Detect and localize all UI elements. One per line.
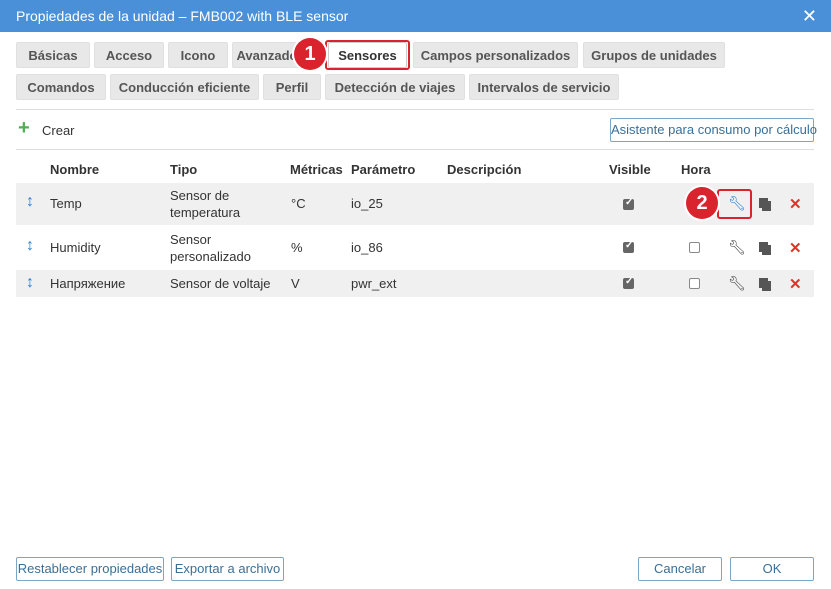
tab-deteccion-de-viajes[interactable]: Detección de viajes	[325, 74, 465, 100]
sensor-parameter: pwr_ext	[351, 276, 397, 291]
plus-icon: +	[18, 117, 30, 139]
copy-icon[interactable]	[759, 242, 771, 255]
divider	[16, 149, 814, 150]
table-row[interactable]: ↕ Humidity Sensor personalizado % io_86 …	[16, 227, 814, 269]
sensor-parameter: io_25	[351, 196, 383, 211]
column-header-parameter: Parámetro	[351, 162, 416, 177]
ok-button[interactable]: OK	[730, 557, 814, 581]
visible-checkbox[interactable]	[623, 276, 634, 289]
drag-handle-icon[interactable]: ↕	[26, 193, 34, 211]
tab-icono[interactable]: Icono	[168, 42, 228, 68]
tab-comandos[interactable]: Comandos	[16, 74, 106, 100]
drag-handle-icon[interactable]: ↕	[26, 237, 34, 255]
visible-checkbox[interactable]	[623, 197, 634, 210]
column-header-name: Nombre	[50, 162, 100, 177]
hour-checkbox[interactable]	[689, 242, 700, 253]
delete-icon[interactable]: ✕	[789, 275, 802, 293]
export-to-file-button[interactable]: Exportar a archivo	[171, 557, 284, 581]
dialog-titlebar: Propiedades de la unidad – FMB002 with B…	[0, 0, 831, 32]
cancel-button[interactable]: Cancelar	[638, 557, 722, 581]
tab-avanzado[interactable]: Avanzado	[232, 42, 302, 68]
reset-properties-button[interactable]: Restablecer propiedades	[16, 557, 164, 581]
close-icon[interactable]: ✕	[802, 6, 817, 26]
column-header-visible: Visible	[609, 162, 651, 177]
tab-basicas[interactable]: Básicas	[16, 42, 90, 68]
wrench-icon[interactable]: 🔧︎	[728, 275, 746, 292]
sensor-metrics: %	[291, 240, 303, 255]
visible-checkbox[interactable]	[623, 240, 634, 253]
tab-grupos-de-unidades[interactable]: Grupos de unidades	[583, 42, 725, 68]
column-header-description: Descripción	[447, 162, 522, 177]
sensor-parameter: io_86	[351, 240, 383, 255]
sensor-name: Humidity	[50, 240, 101, 255]
sensor-metrics: °C	[291, 196, 306, 211]
delete-icon[interactable]: ✕	[789, 195, 802, 213]
tab-intervalos-de-servicio[interactable]: Intervalos de servicio	[469, 74, 619, 100]
column-header-type: Tipo	[170, 162, 198, 177]
sensor-type: Sensor de voltaje	[170, 276, 271, 291]
sensor-name: Temp	[50, 196, 82, 211]
table-row[interactable]: ↕ Напряжение Sensor de voltaje V pwr_ext…	[16, 270, 814, 297]
sensor-type: Sensor de temperatura	[170, 188, 241, 220]
drag-handle-icon[interactable]: ↕	[26, 274, 34, 292]
column-header-metrics: Métricas	[290, 162, 343, 177]
wrench-icon[interactable]: 🔧︎	[728, 195, 746, 212]
create-label: Crear	[42, 123, 75, 138]
tab-sensores[interactable]: Sensores	[328, 42, 407, 68]
dialog-title: Propiedades de la unidad – FMB002 with B…	[16, 8, 349, 24]
sensor-name: Напряжение	[50, 276, 126, 291]
step-1-badge: 1	[294, 38, 326, 70]
copy-icon[interactable]	[759, 278, 771, 291]
tab-conduccion-eficiente[interactable]: Conducción eficiente	[110, 74, 259, 100]
consumption-wizard-button[interactable]: Asistente para consumo por cálculo	[610, 118, 817, 142]
sensor-type: Sensor personalizado	[170, 232, 251, 264]
hour-checkbox[interactable]	[689, 278, 700, 289]
divider	[16, 109, 814, 110]
delete-icon[interactable]: ✕	[789, 239, 802, 257]
copy-icon[interactable]	[759, 198, 771, 211]
wrench-icon[interactable]: 🔧︎	[728, 239, 746, 256]
column-header-hour: Hora	[681, 162, 711, 177]
tab-perfil[interactable]: Perfil	[263, 74, 321, 100]
step-2-badge: 2	[686, 187, 718, 219]
tab-acceso[interactable]: Acceso	[94, 42, 164, 68]
tab-campos-personalizados[interactable]: Campos personalizados	[413, 42, 578, 68]
sensor-metrics: V	[291, 276, 300, 291]
